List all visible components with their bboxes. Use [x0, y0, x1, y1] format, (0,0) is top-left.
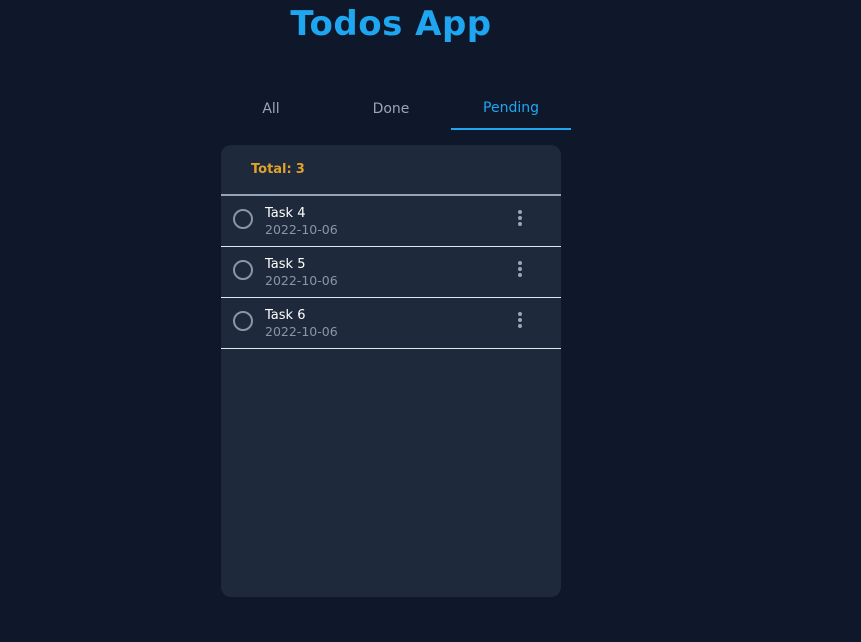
task-date: 2022-10-06	[265, 222, 338, 237]
task-row[interactable]: Task 6 2022-10-06	[221, 298, 561, 349]
todos-app: Todos App All Done Pending Total: 3 Task…	[0, 0, 861, 642]
circle-outline-icon[interactable]	[233, 209, 253, 229]
circle-outline-icon[interactable]	[233, 311, 253, 331]
menu-dot	[518, 312, 522, 316]
task-summary: Total: 3	[221, 145, 561, 196]
more-vertical-icon[interactable]	[511, 208, 529, 228]
task-row[interactable]: Task 5 2022-10-06	[221, 247, 561, 298]
task-name: Task 6	[265, 308, 306, 323]
menu-dot	[518, 261, 522, 265]
circle-outline-icon[interactable]	[233, 260, 253, 280]
task-date: 2022-10-06	[265, 273, 338, 288]
menu-dot	[518, 318, 522, 322]
menu-dot	[518, 324, 522, 328]
tab-pending[interactable]: Pending	[451, 88, 571, 130]
filter-tabs: All Done Pending	[211, 88, 571, 130]
total-count: 3	[295, 162, 305, 177]
tab-done[interactable]: Done	[331, 88, 451, 130]
task-date: 2022-10-06	[265, 324, 338, 339]
task-row[interactable]: Task 4 2022-10-06	[221, 196, 561, 247]
menu-dot	[518, 222, 522, 226]
page-title: Todos App	[290, 4, 492, 44]
menu-dot	[518, 210, 522, 214]
more-vertical-icon[interactable]	[511, 259, 529, 279]
tab-all[interactable]: All	[211, 88, 331, 130]
task-name: Task 5	[265, 257, 306, 272]
menu-dot	[518, 216, 522, 220]
menu-dot	[518, 273, 522, 277]
task-list-panel: Total: 3 Task 4 2022-10-06 Task 5 2022-1…	[221, 145, 561, 597]
menu-dot	[518, 267, 522, 271]
more-vertical-icon[interactable]	[511, 310, 529, 330]
total-label: Total:	[251, 162, 292, 177]
task-name: Task 4	[265, 206, 306, 221]
